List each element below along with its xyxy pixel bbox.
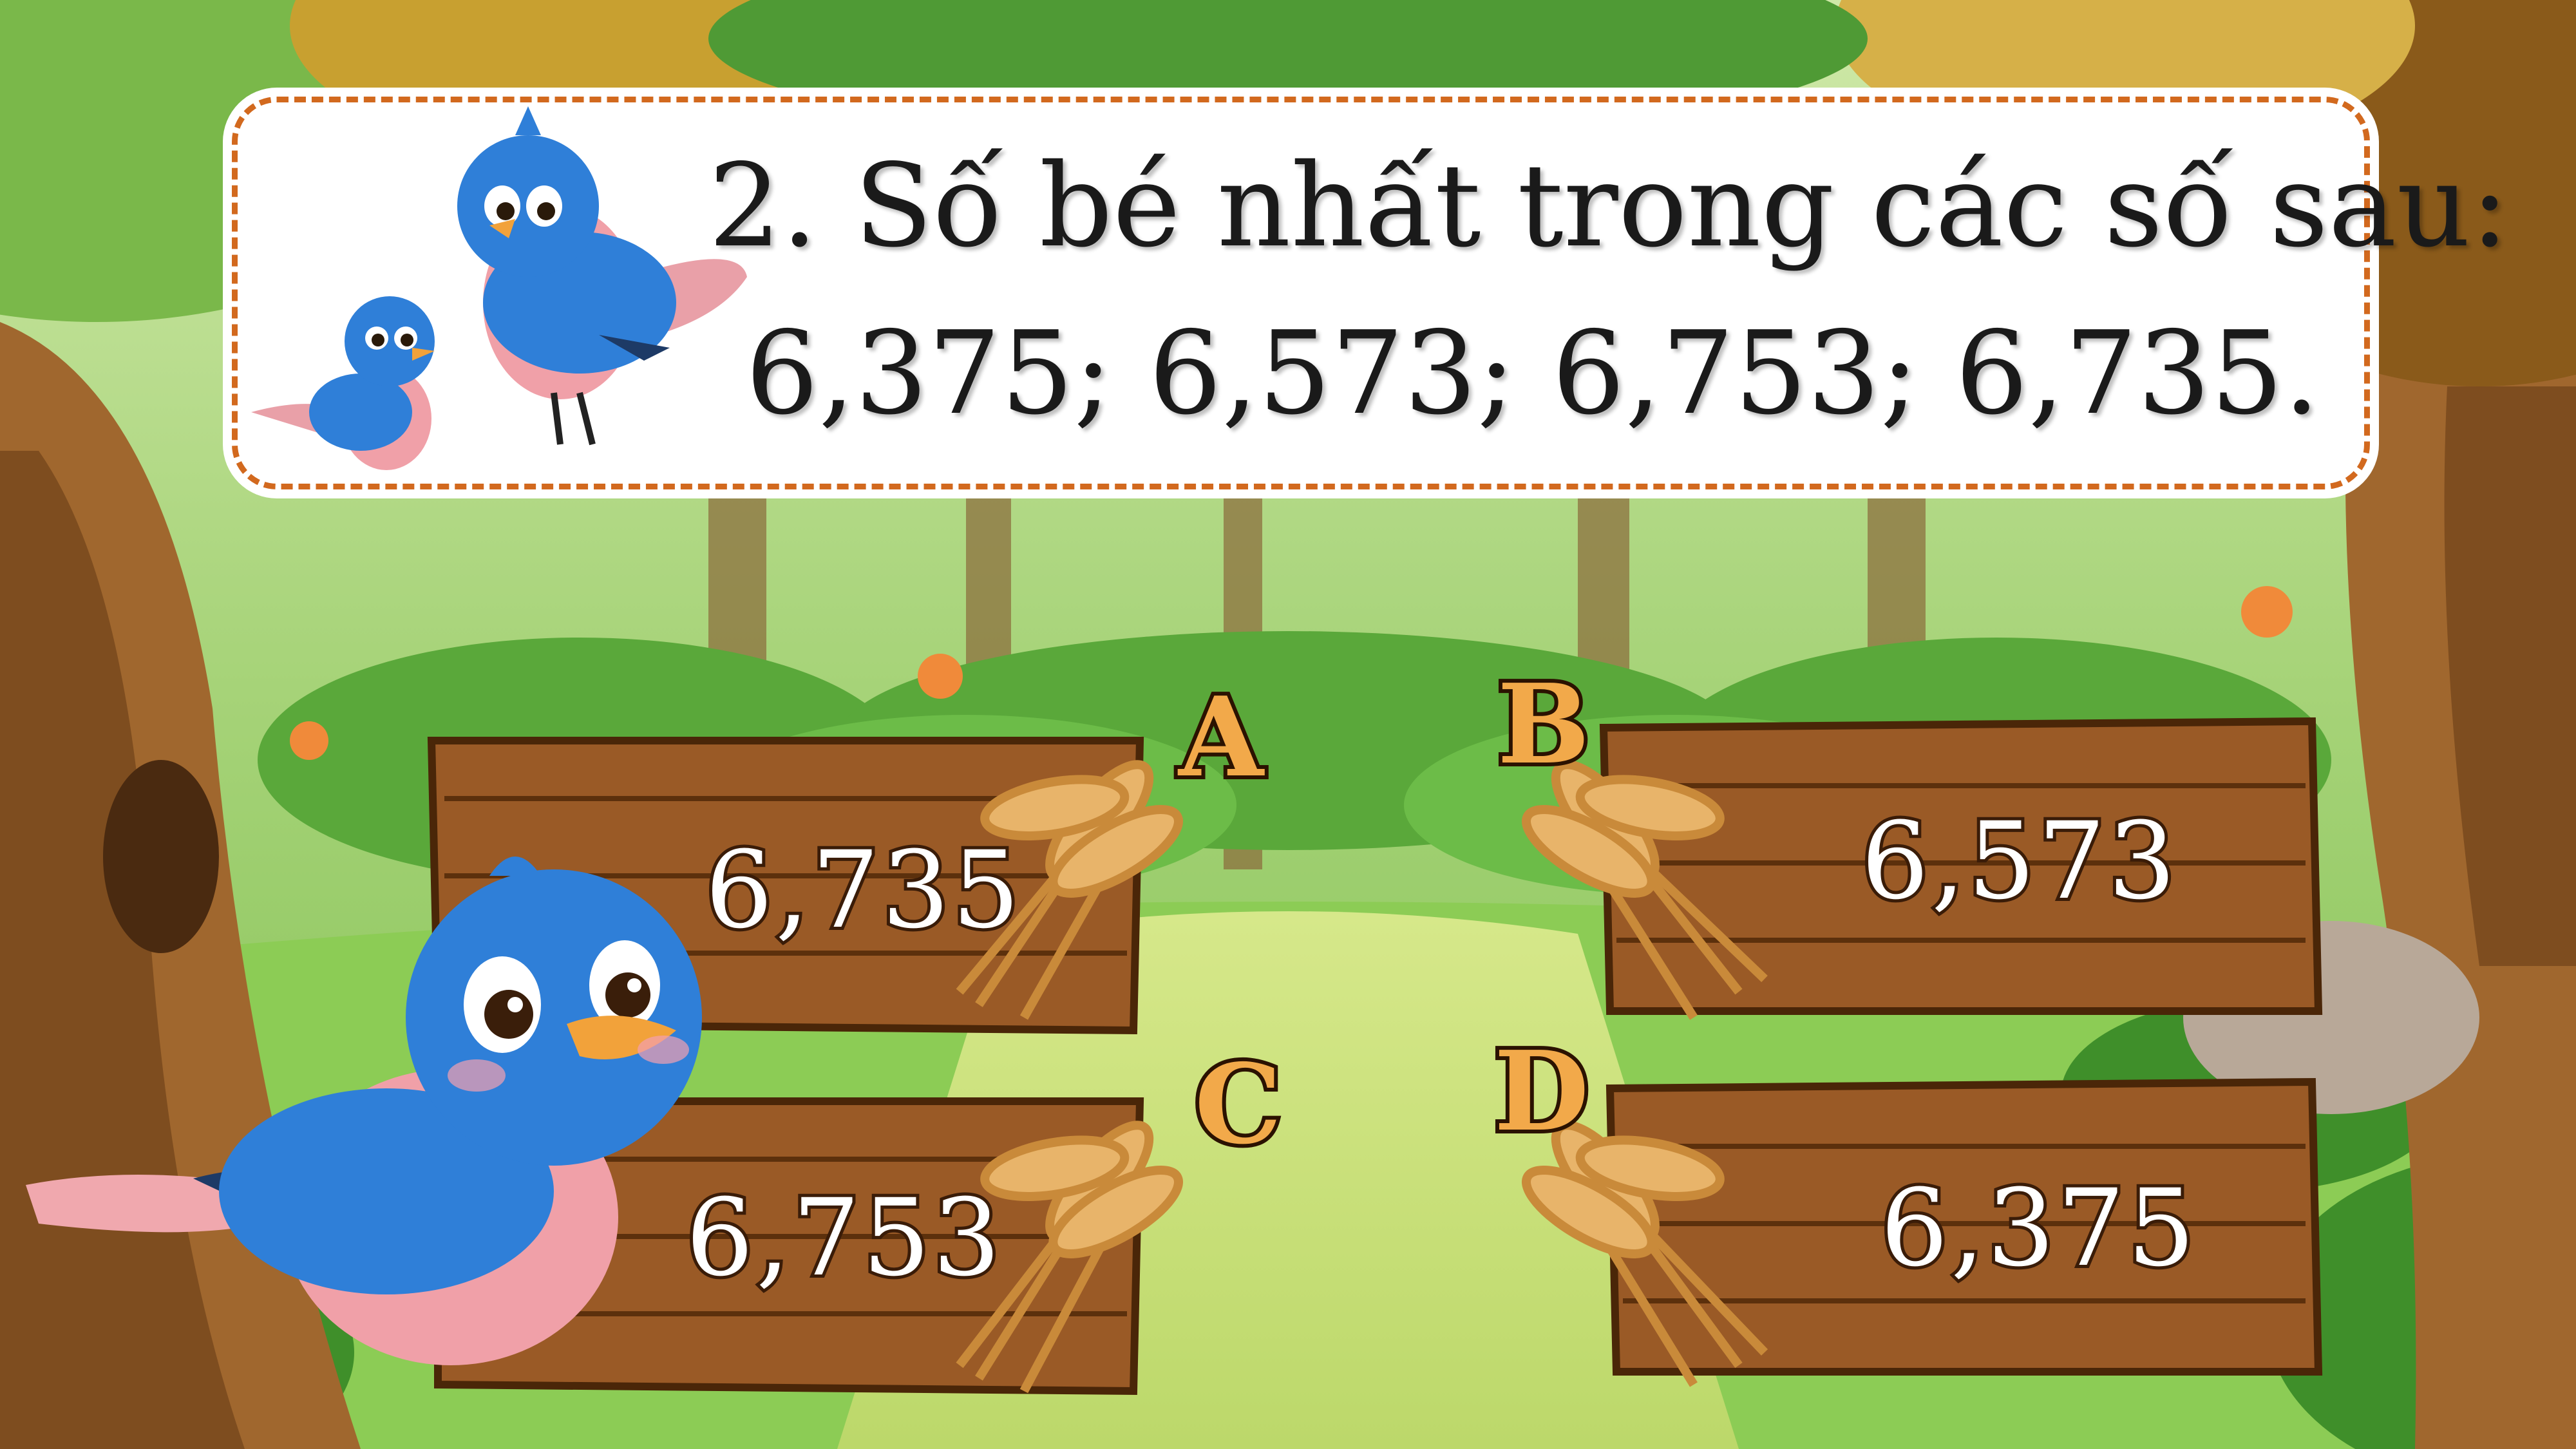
quiz-scene: 2. Số bé nhất trong các số sau: 6,375; 6…: [0, 0, 2576, 1449]
bird-icon: [26, 857, 702, 1365]
